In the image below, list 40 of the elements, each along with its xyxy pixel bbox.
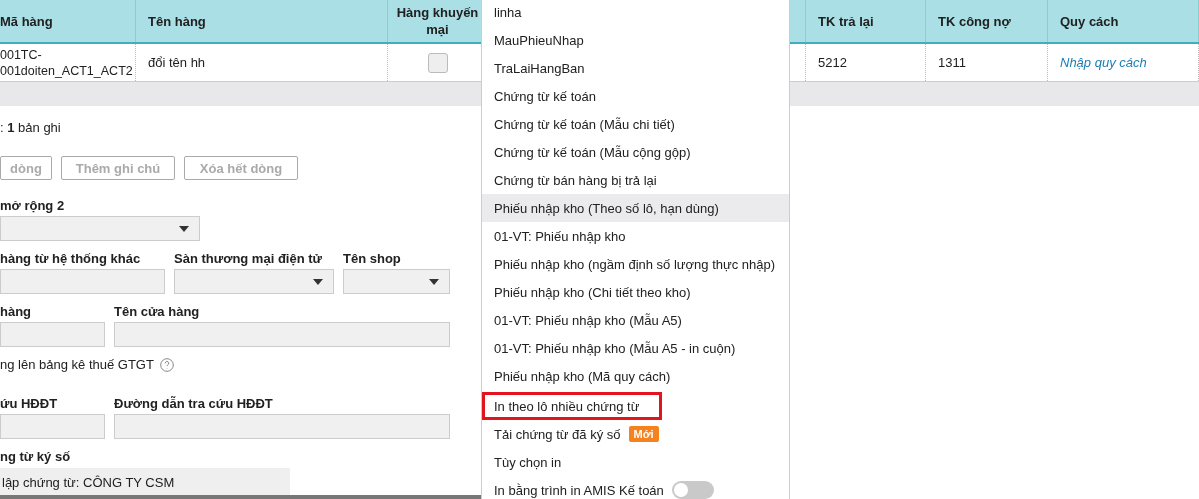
input-field[interactable] (114, 322, 450, 347)
table-cell: 001TC-001doiten_ACT1_ACT2 (0, 44, 136, 81)
field-label: Tên cửa hàng (114, 304, 200, 320)
input-field[interactable] (0, 322, 105, 347)
caret-icon (429, 278, 439, 285)
option-label: ng lên bảng kê thuế GTGT (0, 357, 154, 373)
input-field[interactable] (0, 269, 165, 294)
caret-icon (179, 225, 189, 232)
input-field[interactable] (0, 414, 105, 439)
input-field[interactable] (114, 414, 450, 439)
field-label: ng từ ký số (0, 449, 71, 465)
help-icon[interactable] (159, 358, 174, 372)
caret-icon (313, 278, 323, 285)
column-header: TK trả lại (806, 0, 926, 42)
select-field[interactable] (0, 216, 200, 241)
table-cell: đổi tên hh (136, 44, 388, 81)
column-header: Quy cách (1048, 0, 1199, 42)
table-cell: 1311 (926, 44, 1048, 81)
menu-item[interactable]: In theo lô nhiều chứng từ (482, 392, 662, 420)
field-label: Tên shop (343, 251, 401, 267)
field-label: Sàn thương mại điện tử (174, 251, 322, 267)
table-cell: 5212 (806, 44, 926, 81)
field-label: hàng từ hệ thống khác (0, 251, 141, 267)
record-count: : 1 bản ghi (0, 119, 61, 137)
column-header: Tên hàng (136, 0, 388, 42)
field-label: Đường dẫn tra cứu HĐĐT (114, 396, 273, 412)
field-label: mở rộng 2 (0, 198, 65, 214)
toggle-switch[interactable] (671, 481, 714, 499)
column-header: TK công nợ (926, 0, 1048, 42)
spec-link[interactable]: Nhập quy cách (1060, 53, 1147, 72)
new-badge: Mới (628, 426, 659, 442)
select-field[interactable] (174, 269, 334, 294)
select-field[interactable] (343, 269, 450, 294)
readonly-field: lập chứng từ: CÔNG TY CSM (0, 468, 290, 496)
field-label: hàng (0, 304, 32, 320)
field-label: ứu HĐĐT (0, 396, 58, 412)
scroll-bar[interactable] (0, 495, 481, 499)
menu-item[interactable]: Phiếu nhập kho (Theo số lô, hạn dùng) (482, 194, 789, 222)
column-header: Mã hàng (0, 0, 136, 42)
checkbox[interactable] (427, 52, 448, 73)
